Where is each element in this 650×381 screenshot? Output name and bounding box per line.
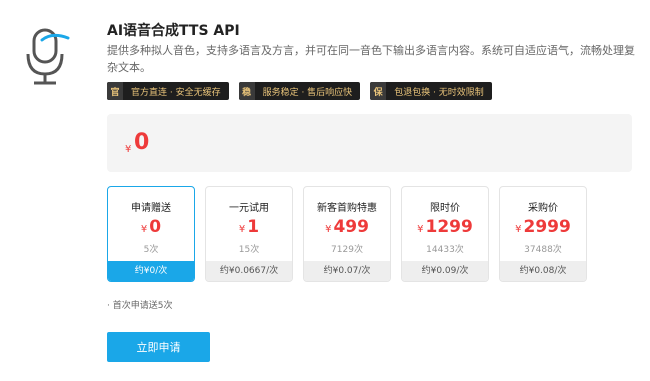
plan-currency: ¥ (417, 224, 424, 235)
plan-currency: ¥ (140, 224, 148, 235)
plan-count: 7129次 (331, 245, 363, 255)
tag-stable: 稳 服务稳定 · 售后响应快 (238, 82, 361, 100)
plan-name: 一元试用 (229, 203, 269, 214)
apply-button[interactable]: 立即申请 (107, 332, 210, 362)
plan-currency: ¥ (238, 224, 246, 235)
plan-unit-price: 约¥0.0667/次 (206, 261, 292, 281)
plan-count: 15次 (238, 245, 260, 255)
plan-card-new-customer[interactable]: 新客首购特惠 ¥499 7129次 约¥0.07/次 (303, 186, 391, 282)
tag-official-badge: 官 (107, 82, 123, 100)
plan-card-free[interactable]: 申请赠送 ¥0 5次 约¥0/次 (107, 186, 195, 282)
plan-price-value: 0 (149, 217, 162, 237)
plan-price-value: 2999 (523, 217, 571, 237)
plan-name: 采购价 (528, 203, 558, 214)
plan-price: ¥0 (108, 217, 194, 237)
feature-tags: 官 官方直连 · 安全无缓存 稳 服务稳定 · 售后响应快 保 包退包换 · 无… (107, 82, 492, 100)
plan-count: 14433次 (426, 245, 464, 255)
first-apply-note: · 首次申请送5次 (107, 301, 173, 311)
plan-card-purchase[interactable]: 采购价 ¥2999 37488次 约¥0.08/次 (499, 186, 587, 282)
tag-official-label: 官方直连 · 安全无缓存 (131, 87, 221, 98)
plan-name: 申请赠送 (131, 203, 171, 214)
plan-unit-price: 约¥0.09/次 (402, 261, 488, 281)
plan-name: 新客首购特惠 (317, 203, 377, 214)
tag-stable-label: 服务稳定 · 售后响应快 (262, 87, 353, 98)
plan-currency: ¥ (325, 224, 332, 235)
tag-guarantee-label: 包退包换 · 无时效限制 (394, 87, 484, 98)
plan-price: ¥1299 (402, 217, 488, 237)
plan-price-value: 1299 (425, 217, 473, 237)
plan-card-limited[interactable]: 限时价 ¥1299 14433次 约¥0.09/次 (401, 186, 489, 282)
plan-name: 限时价 (430, 203, 460, 214)
tag-stable-badge: 稳 (238, 82, 255, 100)
plan-price: ¥2999 (500, 217, 586, 237)
plan-unit-price: 约¥0/次 (108, 261, 194, 281)
microphone-icon (26, 28, 70, 85)
product-logo (22, 26, 70, 86)
tag-guarantee-badge: 保 (370, 82, 387, 100)
plan-count: 37488次 (524, 245, 562, 255)
plan-price-value: 1 (247, 217, 260, 237)
tag-official: 官 官方直连 · 安全无缓存 (107, 82, 229, 100)
plan-currency: ¥ (515, 224, 522, 235)
price-currency: ¥ (125, 144, 132, 155)
plan-card-trial[interactable]: 一元试用 ¥1 15次 约¥0.0667/次 (205, 186, 293, 282)
plan-price: ¥499 (304, 217, 390, 237)
price-amount: 0 (134, 130, 150, 155)
product-title: AI语音合成TTS API (107, 23, 240, 39)
price-panel: ¥ 0 (107, 114, 632, 172)
product-description: 提供多种拟人音色，支持多语言及方言，并可在同一音色下输出多语言内容。系统可自适应… (107, 44, 635, 74)
plan-unit-price: 约¥0.08/次 (500, 261, 586, 281)
tag-guarantee: 保 包退包换 · 无时效限制 (370, 82, 492, 100)
plan-price: ¥1 (206, 217, 292, 237)
plan-price-value: 499 (333, 217, 369, 237)
plan-count: 5次 (143, 245, 159, 255)
plan-options: 申请赠送 ¥0 5次 约¥0/次 一元试用 ¥1 15次 约¥0.0667/次 … (107, 186, 587, 282)
plan-unit-price: 约¥0.07/次 (304, 261, 390, 281)
